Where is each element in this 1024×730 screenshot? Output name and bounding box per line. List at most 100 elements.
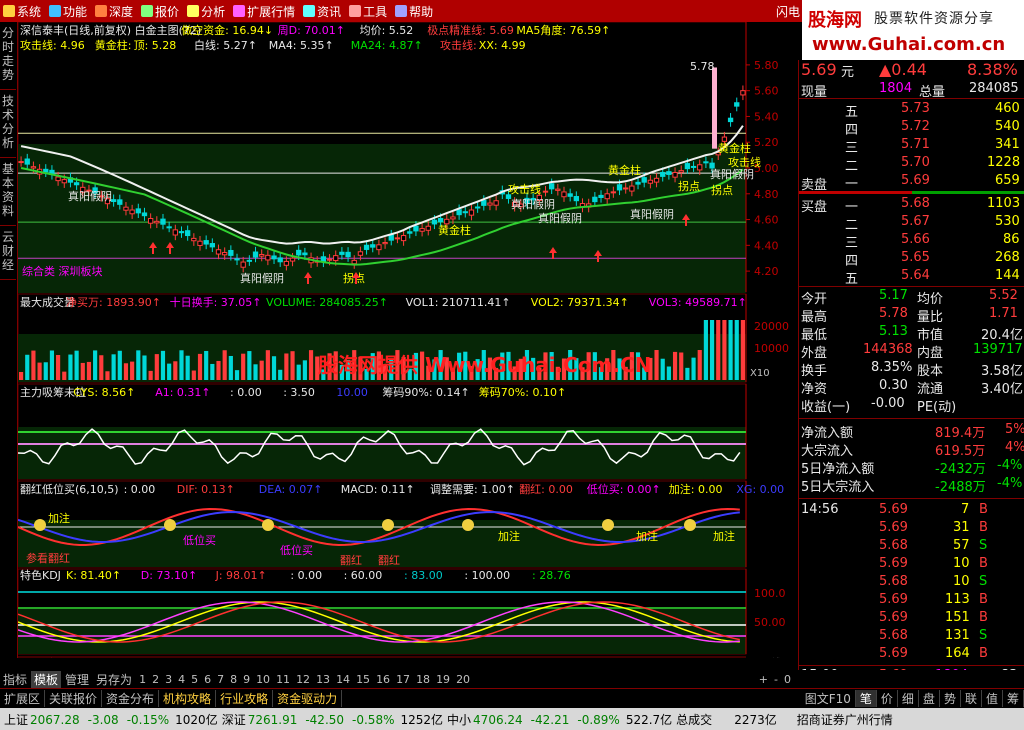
sell-price: 5.71 [901,137,930,152]
template-number-button[interactable]: 20 [453,673,473,686]
menu-tools[interactable]: 工具 [346,0,392,22]
template-number-button[interactable]: 7 [214,673,227,686]
extension-tab[interactable]: 资金驱动力 [273,690,343,707]
template-number-button[interactable]: 3 [162,673,175,686]
right-panel-tab[interactable]: 图文F10 [801,690,856,707]
total-turnover: 2273亿 [734,712,777,727]
menu-function[interactable]: 功能 [46,0,92,22]
right-panel-tab[interactable]: 值 [982,690,1003,707]
menu-quote[interactable]: 报价 [138,0,184,22]
sell-price: 5.72 [901,119,930,134]
right-panel-tab[interactable]: 价 [877,690,898,707]
indicator-header-text: A1: 0.31↑ [155,386,210,399]
tick-direction: B [979,646,988,661]
template-number-button[interactable]: 14 [333,673,353,686]
chart-area[interactable]: 深信泰丰(日线,前复权) 白金主图(72)做空资金: 16.94↓ 周D: 70.… [18,22,798,658]
right-panel-tab[interactable]: 盘 [919,690,940,707]
template-number-button[interactable]: 4 [175,673,188,686]
index-quote[interactable]: 深证 7261.91 -42.50 -0.58% 1252亿 [222,711,443,728]
buy-volume: 530 [995,214,1020,229]
template-number-button[interactable]: 11 [273,673,293,686]
stat-label: 外盘 [801,346,828,361]
sell-level: 一 [845,177,859,192]
tick-price: 5.68 [879,628,908,643]
template-number-button[interactable]: 1 [136,673,149,686]
menu-news[interactable]: 资讯 [300,0,346,22]
menu-system[interactable]: 系统 [0,0,46,22]
template-number-button[interactable]: 6 [201,673,214,686]
zoom-button[interactable]: + [756,673,771,686]
template-number-button[interactable]: 8 [227,673,240,686]
menu-extended-quotes[interactable]: 扩展行情 [230,0,300,22]
left-tab[interactable]: 分时走势 [0,26,16,90]
left-tab[interactable]: 基本资料 [0,162,16,226]
logo-url: www.Guhai.com.cn [812,34,1006,55]
stat-label: 收益(一) [801,400,851,415]
index-quote[interactable]: 上证 2067.28 -3.08 -0.15% 1020亿 [4,711,218,728]
template-number-button[interactable]: 13 [313,673,333,686]
tick-price: 5.69 [879,520,908,535]
zoom-button[interactable]: 0 [781,673,794,686]
signal-label: 加注 [498,529,520,543]
template-number-button[interactable]: 10 [253,673,273,686]
template-number-button[interactable]: 12 [293,673,313,686]
indicator-header-text: D: 73.10↑ [141,569,197,582]
sell-price: 5.69 [901,173,930,188]
indicator-tab[interactable]: 另存为 [93,671,135,688]
flow-label: 5日净流入额 [801,462,875,477]
price-panel[interactable] [18,22,747,293]
template-number-button[interactable]: 19 [433,673,453,686]
stat-value: 5.78 [879,306,908,321]
template-number-button[interactable]: 5 [188,673,201,686]
price-axis-label: 4.20 [754,265,779,278]
extension-tab[interactable]: 行业攻略 [216,690,274,707]
flash-button[interactable]: 闪电 [776,3,800,20]
right-panel-tab[interactable]: 势 [940,690,961,707]
menu-label: 工具 [363,4,388,19]
index-change: -42.50 [305,712,345,727]
news-icon [303,5,316,17]
extension-tab[interactable]: 扩展区 [0,690,46,707]
index-name: 中小 [447,712,472,727]
indicator-header-text: 十日换手: 37.05↑ [170,295,262,309]
indicator-tab[interactable]: 模板 [31,670,62,688]
smiley-icon [164,519,176,531]
zoom-button[interactable]: - [771,673,781,686]
tick-price: 5.68 [879,574,908,589]
menu-label: 系统 [17,4,42,19]
right-panel-tab[interactable]: 细 [898,690,919,707]
menu-analysis[interactable]: 分析 [184,0,230,22]
indicator-header-text: 特色KDJ [20,568,61,582]
right-panel-tab[interactable]: 筹 [1003,690,1024,707]
extension-tab[interactable]: 资金分布 [102,690,160,707]
indicator-tab[interactable]: 指标 [0,671,30,688]
template-number-button[interactable]: 18 [413,673,433,686]
extended-quotes-icon [233,5,246,17]
extension-tab[interactable]: 机构攻略 [159,690,217,707]
left-tab[interactable]: 技术分析 [0,94,16,158]
indicator-header-text: VOL1: 210711.41↑ [406,296,511,309]
indicator-tab[interactable]: 管理 [62,671,92,688]
buy-price: 5.64 [901,268,930,283]
watermark: 股海网提供 Www.Guhai.Com.CN [318,353,651,377]
index-quote[interactable]: 中小 4706.24 -42.21 -0.89% 522.7亿 [447,711,672,728]
buy-volume: 1103 [987,196,1021,211]
left-tab[interactable]: 云财经 [0,230,16,280]
stat-value: 5.13 [879,324,908,339]
menu-depth[interactable]: 深度 [92,0,138,22]
indicator-header-text: : 0.00 [230,386,262,399]
flow-label: 净流入额 [801,426,854,441]
template-number-button[interactable]: 2 [149,673,162,686]
template-number-button[interactable]: 16 [373,673,393,686]
right-panel-tab[interactable]: 联 [961,690,982,707]
template-number-button[interactable]: 9 [240,673,253,686]
extension-tab[interactable]: 关联报价 [45,690,103,707]
template-number-button[interactable]: 17 [393,673,413,686]
right-panel-tab[interactable]: 笔 [855,690,877,707]
flow-pct: 5% [1005,422,1024,437]
signal-label: 参看翻红 [26,551,70,565]
menu-help[interactable]: 帮助 [392,0,438,22]
period-label[interactable]: 日线 [760,656,782,658]
flow-pct: 4% [1005,440,1024,455]
template-number-button[interactable]: 15 [353,673,373,686]
